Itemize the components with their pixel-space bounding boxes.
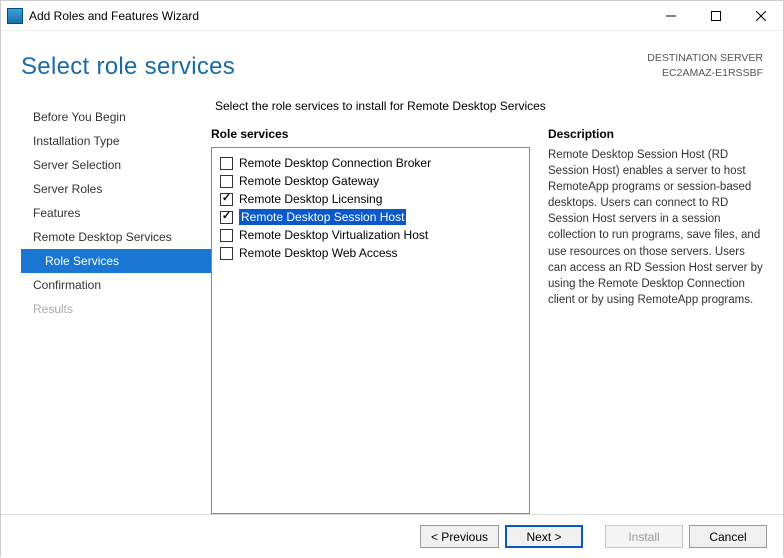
- wizard-footer: < Previous Next > Install Cancel: [1, 514, 783, 558]
- role-service-label: Remote Desktop Licensing: [239, 191, 382, 207]
- next-button[interactable]: Next >: [505, 525, 583, 548]
- checkbox[interactable]: [220, 211, 233, 224]
- role-service-item[interactable]: Remote Desktop Gateway: [218, 172, 523, 190]
- cancel-button[interactable]: Cancel: [689, 525, 767, 548]
- role-service-label: Remote Desktop Virtualization Host: [239, 227, 428, 243]
- role-service-item[interactable]: Remote Desktop Connection Broker: [218, 154, 523, 172]
- nav-item[interactable]: Remote Desktop Services: [21, 225, 211, 249]
- close-button[interactable]: [738, 2, 783, 30]
- app-icon: [7, 8, 23, 24]
- install-button: Install: [605, 525, 683, 548]
- checkbox[interactable]: [220, 193, 233, 206]
- role-service-item[interactable]: Remote Desktop Web Access: [218, 244, 523, 262]
- role-services-listbox[interactable]: Remote Desktop Connection Broker Remote D…: [211, 147, 530, 514]
- role-service-label: Remote Desktop Session Host: [239, 209, 406, 225]
- nav-item[interactable]: Before You Begin: [21, 105, 211, 129]
- nav-item[interactable]: Server Selection: [21, 153, 211, 177]
- nav-item[interactable]: Role Services: [21, 249, 211, 273]
- nav-item[interactable]: Server Roles: [21, 177, 211, 201]
- page-header: Select role services DESTINATION SERVER …: [1, 31, 783, 89]
- minimize-icon: [666, 11, 676, 21]
- nav-item[interactable]: Features: [21, 201, 211, 225]
- main-panel: Select the role services to install for …: [211, 99, 763, 514]
- description-label: Description: [548, 127, 763, 141]
- role-service-item[interactable]: Remote Desktop Session Host: [218, 208, 523, 226]
- role-service-label: Remote Desktop Web Access: [239, 245, 398, 261]
- role-service-item[interactable]: Remote Desktop Licensing: [218, 190, 523, 208]
- window-title: Add Roles and Features Wizard: [29, 9, 648, 23]
- destination-value: EC2AMAZ-E1RSSBF: [647, 66, 763, 81]
- role-services-label: Role services: [211, 127, 530, 141]
- nav-item: Results: [21, 297, 211, 321]
- minimize-button[interactable]: [648, 2, 693, 30]
- maximize-icon: [711, 11, 721, 21]
- destination-server-block: DESTINATION SERVER EC2AMAZ-E1RSSBF: [647, 45, 763, 80]
- checkbox[interactable]: [220, 229, 233, 242]
- checkbox[interactable]: [220, 157, 233, 170]
- checkbox[interactable]: [220, 247, 233, 260]
- role-service-item[interactable]: Remote Desktop Virtualization Host: [218, 226, 523, 244]
- role-service-label: Remote Desktop Connection Broker: [239, 155, 431, 171]
- maximize-button[interactable]: [693, 2, 738, 30]
- wizard-nav: Before You BeginInstallation TypeServer …: [21, 99, 211, 514]
- intro-text: Select the role services to install for …: [215, 99, 763, 113]
- destination-label: DESTINATION SERVER: [647, 51, 763, 66]
- previous-button[interactable]: < Previous: [420, 525, 499, 548]
- nav-item[interactable]: Confirmation: [21, 273, 211, 297]
- description-text: Remote Desktop Session Host (RD Session …: [548, 147, 763, 308]
- title-bar: Add Roles and Features Wizard: [1, 1, 783, 31]
- role-service-label: Remote Desktop Gateway: [239, 173, 379, 189]
- checkbox[interactable]: [220, 175, 233, 188]
- close-icon: [756, 11, 766, 21]
- page-title: Select role services: [21, 53, 647, 81]
- nav-item[interactable]: Installation Type: [21, 129, 211, 153]
